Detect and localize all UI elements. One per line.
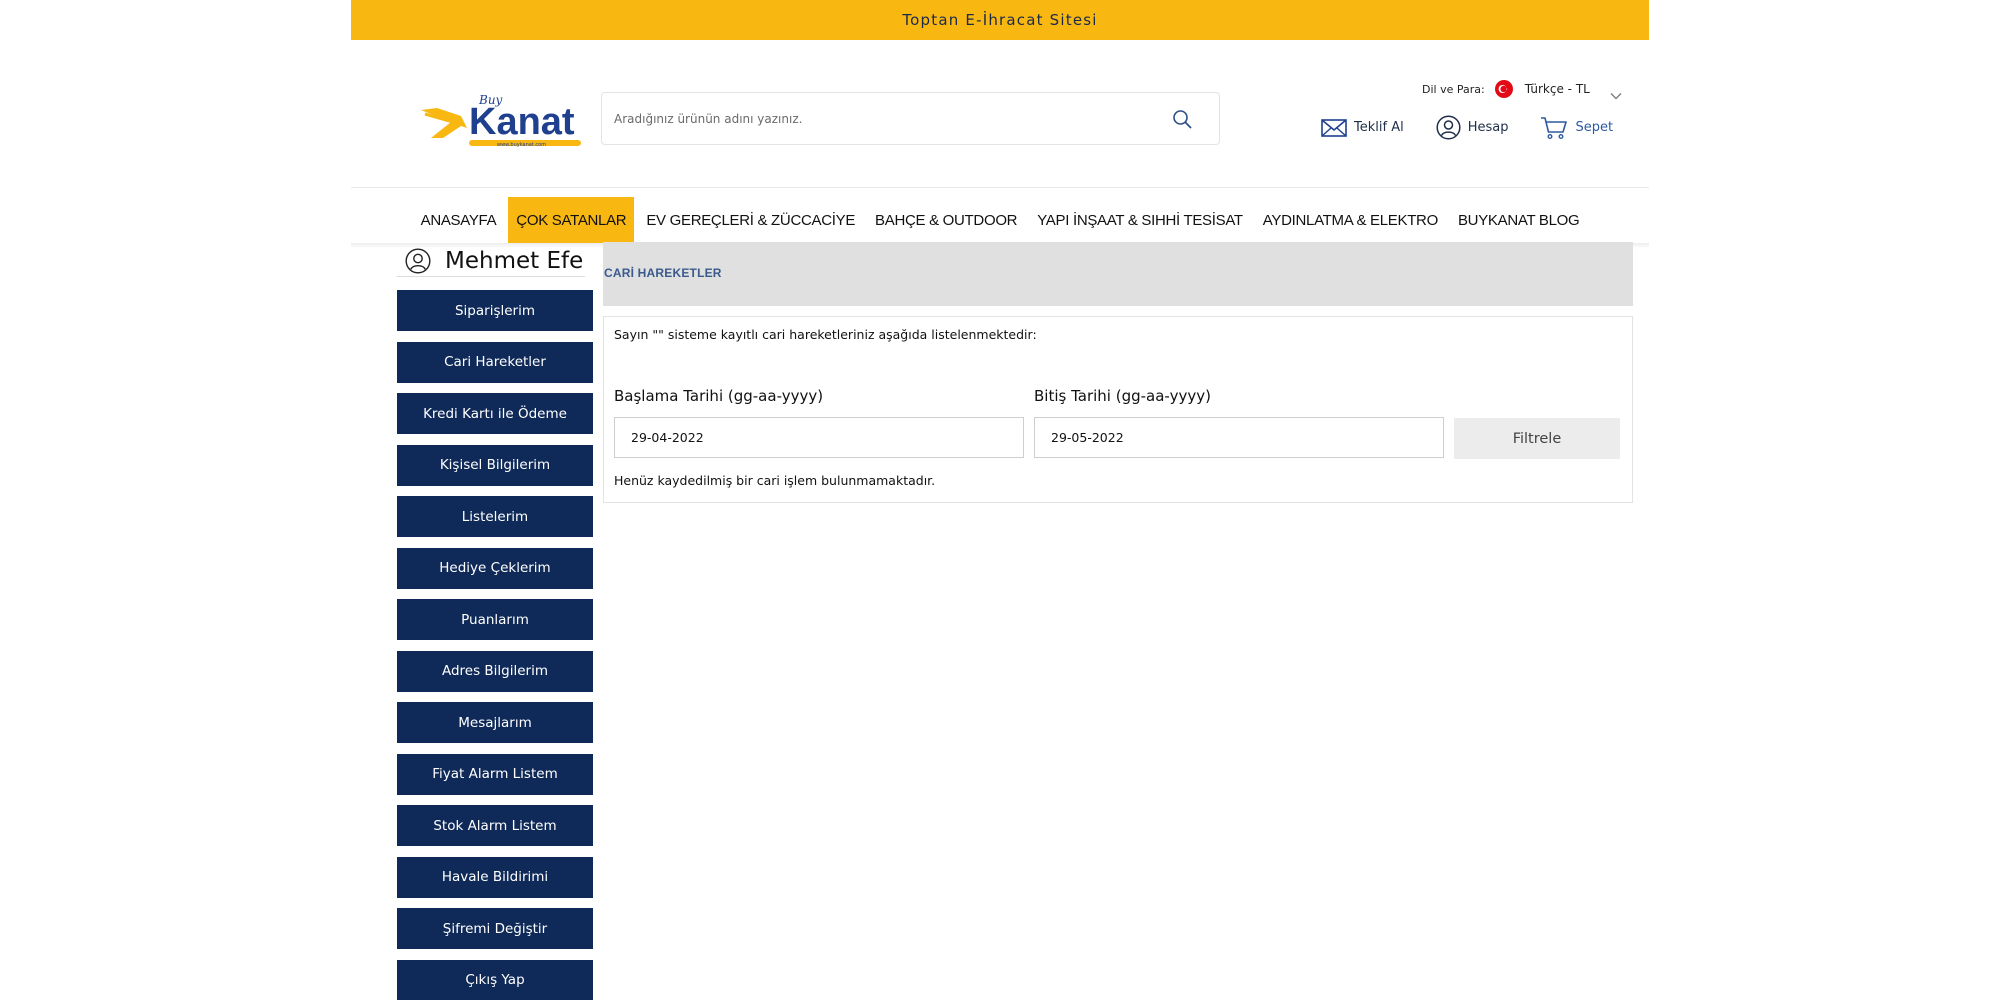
banner-text[interactable]: Toptan E-İhracat Sitesi [902,11,1097,29]
nav-item-blog[interactable]: BUYKANAT BLOG [1450,197,1587,243]
nav-item-construction-plumbing[interactable]: YAPI İNŞAAT & SIHHİ TESİSAT [1029,197,1251,243]
user-icon [1436,115,1461,140]
account-label: Hesap [1467,120,1509,135]
account-sidebar: Siparişlerim Cari Hareketler Kredi Kartı… [397,290,593,1000]
intro-text: Sayın "" sisteme kayıtlı cari hareketler… [614,327,1037,342]
language-currency-selector[interactable]: Dil ve Para: Türkçe - TL [1422,80,1622,100]
cart-button[interactable]: Sepet [1540,116,1613,140]
top-banner[interactable]: Toptan E-İhracat Sitesi [351,0,1649,40]
language-value[interactable]: Türkçe - TL [1525,82,1590,96]
header-actions: Teklif Al Hesap Sepet [1321,115,1613,140]
start-date-field[interactable]: 29-04-2022 [614,417,1024,458]
end-date-label: Bitiş Tarihi (gg-aa-yyyy) [1034,387,1211,405]
envelope-icon [1321,118,1347,137]
nav-divider [351,187,1649,188]
sidebar-item-transfer-notice[interactable]: Havale Bildirimi [397,856,593,898]
sidebar-item-stock-alarms[interactable]: Stok Alarm Listem [397,805,593,846]
search-icon[interactable] [1171,108,1193,130]
sidebar-item-price-alarms[interactable]: Fiyat Alarm Listem [397,753,593,795]
sidebar-item-gift-cards[interactable]: Hediye Çeklerim [397,547,593,589]
transactions-panel: Sayın "" sisteme kayıtlı cari hareketler… [603,316,1633,503]
sidebar-item-account-transactions[interactable]: Cari Hareketler [397,341,593,383]
account-button[interactable]: Hesap [1436,115,1509,140]
sidebar-item-lists[interactable]: Listelerim [397,496,593,537]
panel-header: CARİ HAREKETLER [603,242,1633,306]
sidebar-item-messages[interactable]: Mesajlarım [397,702,593,743]
cart-label: Sepet [1575,120,1614,135]
nav-item-best-sellers[interactable]: ÇOK SATANLAR [508,197,635,243]
quote-button[interactable]: Teklif Al [1321,118,1404,138]
nav-item-garden-outdoor[interactable]: BAHÇE & OUTDOOR [867,197,1025,243]
quote-label: Teklif Al [1354,120,1404,135]
end-date-field[interactable]: 29-05-2022 [1034,417,1444,458]
search-box[interactable] [601,92,1220,145]
sidebar-item-change-password[interactable]: Şifremi Değiştir [397,908,593,949]
turkey-flag-icon [1494,80,1513,98]
user-header: Mehmet Efe [397,245,585,277]
cart-icon [1541,116,1568,139]
empty-message: Henüz kaydedilmiş bir cari işlem bulunma… [614,473,936,488]
filter-button[interactable]: Filtrele [1454,418,1620,459]
svg-text:www.buykanat.com: www.buykanat.com [497,142,546,148]
search-input[interactable] [614,111,1171,126]
sidebar-item-card-payment[interactable]: Kredi Kartı ile Ödeme [397,393,593,434]
chevron-down-icon[interactable] [1610,85,1622,100]
nav-item-home[interactable]: ANASAYFA [413,197,505,243]
start-date-label: Başlama Tarihi (gg-aa-yyyy) [614,387,824,405]
nav-item-home-goods[interactable]: EV GEREÇLERİ & ZÜCCACİYE [638,197,863,243]
site-logo[interactable]: Kanat Buy www.buykanat.com [417,88,587,150]
sidebar-item-personal-info[interactable]: Kişisel Bilgilerim [397,444,593,486]
logo-graphic: Kanat Buy www.buykanat.com [421,93,581,148]
sidebar-item-points[interactable]: Puanlarım [397,599,593,640]
nav-item-lighting-electro[interactable]: AYDINLATMA & ELEKTRO [1255,197,1446,243]
svg-text:Buy: Buy [478,93,503,107]
user-icon [405,247,431,274]
page: Toptan E-İhracat Sitesi Kanat Buy www.bu… [351,0,1649,1000]
sidebar-item-orders[interactable]: Siparişlerim [397,290,593,331]
sidebar-item-logout[interactable]: Çıkış Yap [397,959,593,1000]
svg-text:Kanat: Kanat [469,101,575,143]
user-name: Mehmet Efe [445,247,584,274]
language-label: Dil ve Para: [1422,82,1485,96]
page-title: CARİ HAREKETLER [604,266,722,280]
sidebar-item-addresses[interactable]: Adres Bilgilerim [397,650,593,692]
main-nav: ANASAYFA ÇOK SATANLAR EV GEREÇLERİ & ZÜC… [351,197,1649,243]
